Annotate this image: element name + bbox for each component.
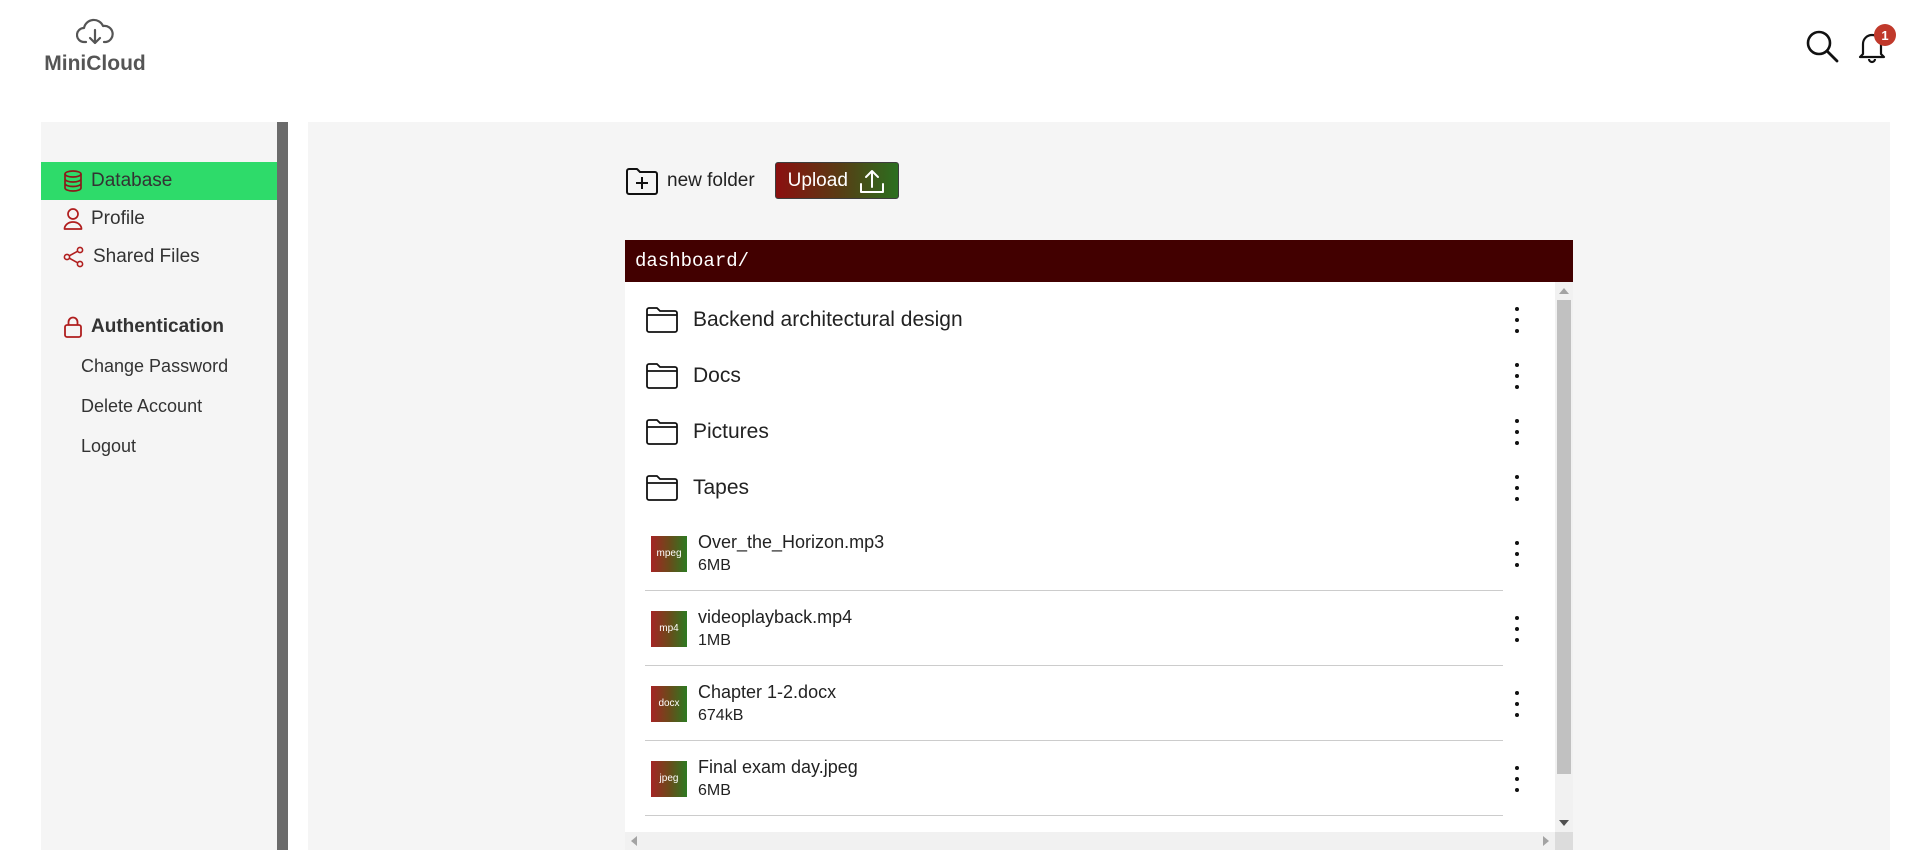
file-info: Over_the_Horizon.mp3 6MB — [698, 532, 884, 575]
folder-name: Backend architectural design — [693, 308, 963, 331]
user-icon — [63, 208, 83, 230]
file-info: Final exam day.jpeg 6MB — [698, 757, 858, 800]
file-type-thumbnail: mpeg — [651, 535, 687, 572]
scroll-right-icon[interactable] — [1543, 836, 1549, 846]
file-row[interactable]: jpeg Final exam day.jpeg 6MB — [625, 741, 1555, 816]
scroll-down-icon[interactable] — [1559, 820, 1569, 826]
new-folder-label: new folder — [667, 169, 755, 191]
folder-name: Docs — [693, 364, 741, 387]
new-folder-button[interactable]: new folder — [625, 166, 755, 196]
folder-name: Tapes — [693, 476, 750, 499]
more-options-icon[interactable] — [1507, 363, 1527, 389]
sidebar: Database Profile Shared Files Authentica… — [41, 122, 288, 850]
file-type-thumbnail: docx — [651, 685, 687, 722]
sidebar-item-database[interactable]: Database — [41, 162, 277, 200]
file-name: Over_the_Horizon.mp3 — [698, 532, 885, 552]
sidebar-item-label: Profile — [91, 208, 145, 229]
folder-plus-icon — [626, 167, 658, 195]
file-info: videoplayback.mp4 1MB — [698, 607, 852, 650]
file-size: 1MB — [698, 632, 731, 649]
file-row[interactable]: mp4 videoplayback.mp4 1MB — [625, 591, 1555, 666]
more-options-icon[interactable] — [1507, 690, 1527, 717]
file-name: Chapter 1-2.docx — [698, 682, 837, 702]
file-row[interactable]: mpeg Over_the_Horizon.mp3 6MB — [625, 516, 1555, 591]
more-options-icon[interactable] — [1507, 475, 1527, 501]
cloud-download-icon — [76, 18, 114, 45]
folder-row[interactable]: Pictures — [625, 404, 1555, 460]
scroll-left-icon[interactable] — [631, 836, 637, 846]
sidebar-item-shared-files[interactable]: Shared Files — [41, 238, 277, 276]
folder-row[interactable]: Tapes — [625, 460, 1555, 516]
folder-row[interactable]: Backend architectural design — [625, 292, 1555, 348]
share-icon — [63, 246, 84, 268]
more-options-icon[interactable] — [1507, 307, 1527, 333]
scrollbar-thumb[interactable] — [1557, 300, 1571, 774]
folder-icon — [646, 419, 678, 445]
current-path: dashboard/ — [625, 240, 1573, 282]
file-browser: dashboard/ Backend architectural design … — [625, 240, 1573, 850]
scrollbar-corner — [1555, 832, 1573, 850]
file-row[interactable]: docx Chapter 1-2.docx 674kB — [625, 666, 1555, 741]
app-logo[interactable]: MiniCloud — [40, 18, 150, 76]
file-info: Chapter 1-2.docx 674kB — [698, 682, 836, 725]
logout-link[interactable]: Logout — [41, 426, 288, 466]
more-options-icon[interactable] — [1507, 419, 1527, 445]
search-icon[interactable] — [1804, 28, 1840, 64]
more-options-icon[interactable] — [1507, 615, 1527, 642]
more-options-icon[interactable] — [1507, 765, 1527, 792]
sidebar-divider — [277, 122, 288, 850]
folder-icon — [646, 475, 678, 501]
delete-account-link[interactable]: Delete Account — [41, 386, 288, 426]
upload-label: Upload — [787, 169, 848, 191]
scroll-up-icon[interactable] — [1559, 288, 1569, 294]
lock-icon — [64, 316, 82, 338]
file-size: 6MB — [698, 557, 731, 574]
folder-row[interactable]: Docs — [625, 348, 1555, 404]
folder-icon — [646, 363, 678, 389]
notification-badge: 1 — [1874, 24, 1896, 46]
main-content: new folder Upload dashboard/ Backend arc… — [308, 122, 1890, 850]
sidebar-item-label: Database — [91, 170, 173, 191]
file-size: 6MB — [698, 782, 731, 799]
upload-icon — [859, 169, 884, 193]
auth-heading-label: Authentication — [91, 316, 224, 337]
file-type-thumbnail: mp4 — [651, 610, 687, 647]
file-name: Final exam day.jpeg — [698, 757, 858, 777]
app-name: MiniCloud — [44, 52, 146, 75]
file-list: Backend architectural design Docs Pictur… — [625, 282, 1555, 832]
toolbar: new folder Upload — [625, 162, 899, 199]
change-password-link[interactable]: Change Password — [41, 346, 288, 386]
auth-section: Authentication Change Password Delete Ac… — [41, 308, 288, 466]
file-name: videoplayback.mp4 — [698, 607, 853, 627]
notifications-button[interactable]: 1 — [1854, 24, 1896, 64]
database-icon — [64, 170, 82, 192]
sidebar-nav: Database Profile Shared Files — [41, 162, 288, 276]
folder-name: Pictures — [693, 420, 769, 443]
sidebar-item-profile[interactable]: Profile — [41, 200, 277, 238]
sidebar-item-label: Shared Files — [93, 246, 200, 267]
folder-icon — [646, 307, 678, 333]
file-size: 674kB — [698, 707, 744, 724]
file-type-thumbnail: jpeg — [651, 760, 687, 797]
more-options-icon[interactable] — [1507, 540, 1527, 567]
header-actions: 1 — [1804, 24, 1896, 64]
horizontal-scrollbar[interactable] — [625, 832, 1555, 850]
upload-button[interactable]: Upload — [774, 162, 899, 199]
vertical-scrollbar[interactable] — [1555, 282, 1573, 832]
auth-heading: Authentication — [41, 308, 288, 346]
